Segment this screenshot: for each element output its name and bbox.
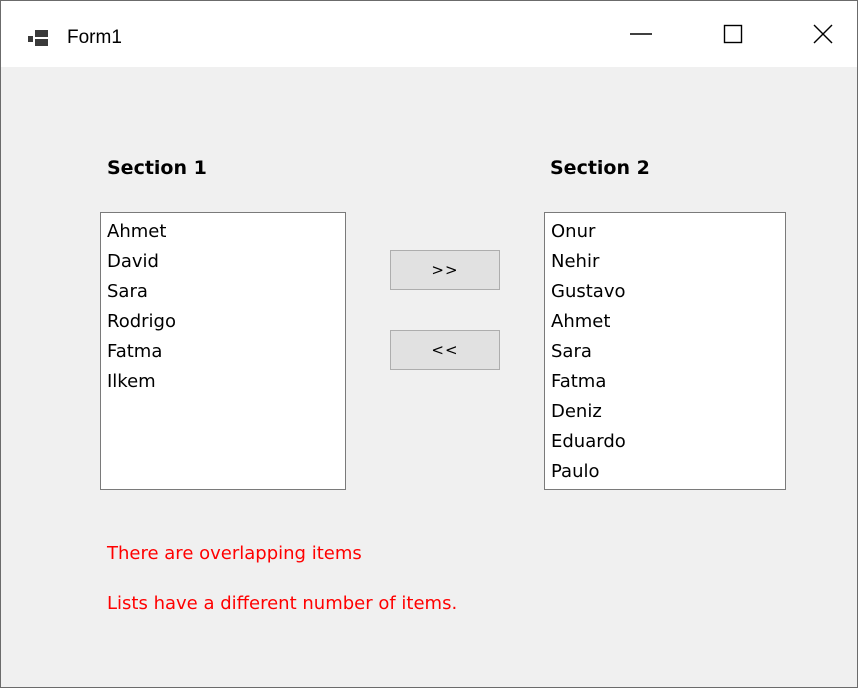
app-icon bbox=[28, 30, 48, 46]
title-bar[interactable]: Form1 bbox=[1, 1, 857, 67]
form-window: Form1 Section 1 Section 2 Ahmet David Sa… bbox=[0, 0, 858, 688]
section2-listbox[interactable]: Onur Nehir Gustavo Ahmet Sara Fatma Deni… bbox=[544, 212, 786, 490]
list-item[interactable]: Fatma bbox=[107, 337, 345, 367]
close-button[interactable] bbox=[777, 1, 857, 67]
section1-listbox[interactable]: Ahmet David Sara Rodrigo Fatma Ilkem bbox=[100, 212, 346, 490]
list-item[interactable]: Paulo bbox=[551, 457, 785, 487]
list-item[interactable]: Rodrigo bbox=[107, 307, 345, 337]
list-item[interactable]: Sara bbox=[551, 337, 785, 367]
count-error-message: Lists have a different number of items. bbox=[107, 593, 458, 614]
list-item[interactable]: Sara bbox=[107, 277, 345, 307]
close-icon bbox=[813, 24, 833, 44]
maximize-icon bbox=[723, 24, 743, 44]
form-client-area: Section 1 Section 2 Ahmet David Sara Rod… bbox=[1, 67, 857, 687]
list-item[interactable]: Eduardo bbox=[551, 427, 785, 457]
overlap-error-message: There are overlapping items bbox=[107, 543, 362, 564]
list-item[interactable]: Onur bbox=[551, 217, 785, 247]
move-right-button[interactable]: >> bbox=[390, 250, 500, 290]
list-item[interactable]: Deniz bbox=[551, 397, 785, 427]
list-item[interactable]: David bbox=[107, 247, 345, 277]
minimize-icon bbox=[630, 33, 652, 35]
list-item[interactable]: Fatma bbox=[551, 367, 785, 397]
list-item[interactable]: Gustavo bbox=[551, 277, 785, 307]
maximize-button[interactable] bbox=[687, 1, 779, 67]
minimize-button[interactable] bbox=[595, 1, 687, 67]
move-left-button[interactable]: << bbox=[390, 330, 500, 370]
window-title: Form1 bbox=[67, 27, 122, 48]
list-item[interactable]: Nehir bbox=[551, 247, 785, 277]
list-item[interactable]: Ahmet bbox=[551, 307, 785, 337]
section2-label: Section 2 bbox=[550, 157, 650, 179]
section1-label: Section 1 bbox=[107, 157, 207, 179]
list-item[interactable]: Ahmet bbox=[107, 217, 345, 247]
list-item[interactable]: Ilkem bbox=[107, 367, 345, 397]
